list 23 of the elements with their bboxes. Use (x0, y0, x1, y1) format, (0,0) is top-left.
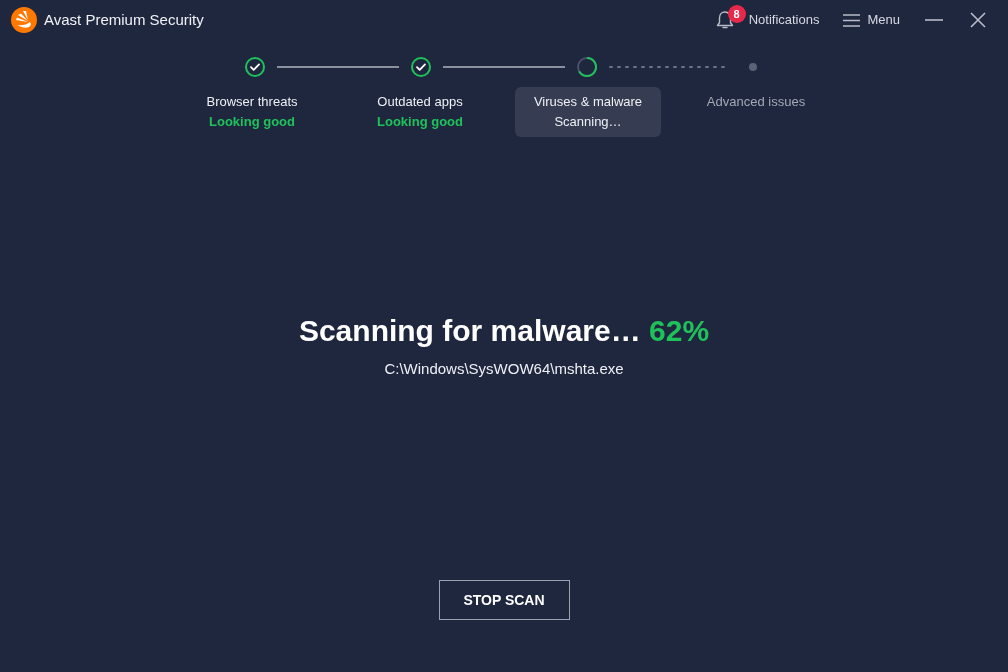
step-title: Browser threats (206, 93, 298, 111)
step-title: Advanced issues (706, 93, 806, 111)
logo-icon (11, 7, 37, 33)
spinner-icon (577, 57, 597, 77)
pending-dot-icon (749, 63, 757, 71)
menu-icon (843, 13, 861, 27)
step-title: Outdated apps (377, 93, 463, 111)
stop-scan-button[interactable]: STOP SCAN (438, 580, 570, 620)
notification-count: 8 (727, 5, 746, 23)
step-status: Scanning… (554, 113, 622, 131)
check-circle-icon (411, 57, 431, 77)
check-circle-icon (245, 57, 265, 77)
step-title: Viruses & malware (533, 93, 643, 111)
menu-button[interactable]: Menu (843, 10, 900, 30)
minimize-icon (925, 19, 943, 21)
scan-heading: Scanning for malware… 62% (298, 313, 710, 349)
step-status: Looking good (209, 113, 295, 131)
scanned-file-path: C:\Windows\SysWOW64\mshta.exe (384, 359, 624, 379)
close-button[interactable] (968, 10, 988, 30)
bell-icon (715, 10, 734, 30)
step-status: Looking good (377, 113, 463, 131)
close-icon (970, 12, 986, 28)
window-title: Avast Premium Security (44, 9, 204, 30)
